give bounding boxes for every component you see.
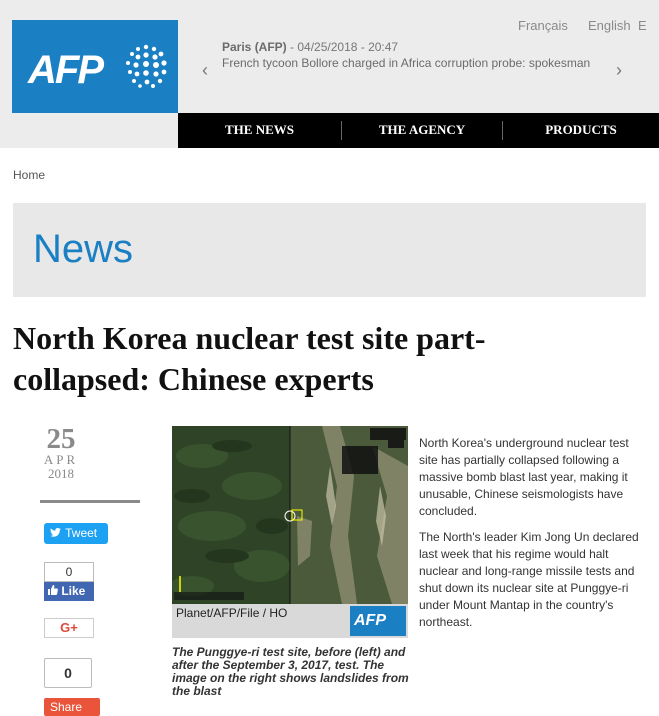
article-date: 25 APR 2018	[40, 425, 82, 481]
article-body: North Korea's underground nuclear test s…	[419, 435, 641, 640]
article-headline: North Korea nuclear test site part-colla…	[13, 320, 486, 397]
ticker-prev-icon[interactable]: ‹	[202, 60, 208, 81]
twitter-bird-icon	[48, 523, 62, 544]
google-plus-button[interactable]: G+	[44, 618, 94, 638]
article-photo[interactable]	[172, 426, 408, 604]
facebook-like-button[interactable]: Like	[44, 582, 94, 601]
lang-english[interactable]: English	[588, 18, 631, 33]
facebook-like-label: Like	[61, 584, 86, 598]
date-day: 25	[46, 423, 76, 455]
section-title: News	[33, 227, 134, 271]
breadcrumb-home[interactable]: Home	[13, 168, 45, 182]
nav-products[interactable]: PRODUCTS	[503, 113, 659, 148]
share-button[interactable]: Share	[44, 698, 100, 716]
ticker-headline[interactable]: French tycoon Bollore charged in Africa …	[222, 56, 590, 70]
ticker-source: Paris (AFP)	[222, 40, 287, 54]
afp-logo[interactable]: AFP	[12, 20, 178, 113]
nav-the-agency[interactable]: THE AGENCY	[342, 113, 502, 148]
photo-credit: Planet/AFP/File / HO	[176, 606, 288, 620]
share-count: 0	[44, 658, 92, 688]
photo-caption: The Punggye-ri test site, before (left) …	[172, 645, 409, 698]
section-header: News	[13, 203, 646, 297]
facebook-count: 0	[44, 562, 94, 582]
article-paragraph: The North's leader Kim Jong Un declared …	[419, 530, 639, 629]
ticker-meta: Paris (AFP) - 04/25/2018 - 20:47	[222, 40, 398, 54]
globe-icon	[126, 44, 167, 88]
date-divider	[40, 500, 140, 503]
lang-more[interactable]: E	[638, 18, 647, 33]
nav-the-news[interactable]: THE NEWS	[178, 113, 341, 148]
ticker-next-icon[interactable]: ›	[616, 60, 622, 81]
thumbs-up-icon	[48, 584, 61, 598]
date-month: APR	[43, 452, 79, 467]
ticker-timestamp: - 04/25/2018 - 20:47	[286, 40, 399, 54]
tweet-label: Tweet	[65, 526, 98, 540]
main-nav: THE NEWS THE AGENCY PRODUCTS	[178, 113, 659, 148]
afp-mini-logo: AFP	[350, 606, 406, 636]
date-year: 2018	[48, 466, 74, 481]
satellite-image	[172, 426, 408, 604]
tweet-button[interactable]: Tweet	[44, 523, 108, 544]
lang-francais[interactable]: Français	[518, 18, 568, 33]
logo-text: AFP	[28, 48, 104, 92]
article-paragraph: North Korea's underground nuclear test s…	[419, 436, 629, 518]
photo-credit-bar: Planet/AFP/File / HO AFP	[172, 604, 408, 638]
